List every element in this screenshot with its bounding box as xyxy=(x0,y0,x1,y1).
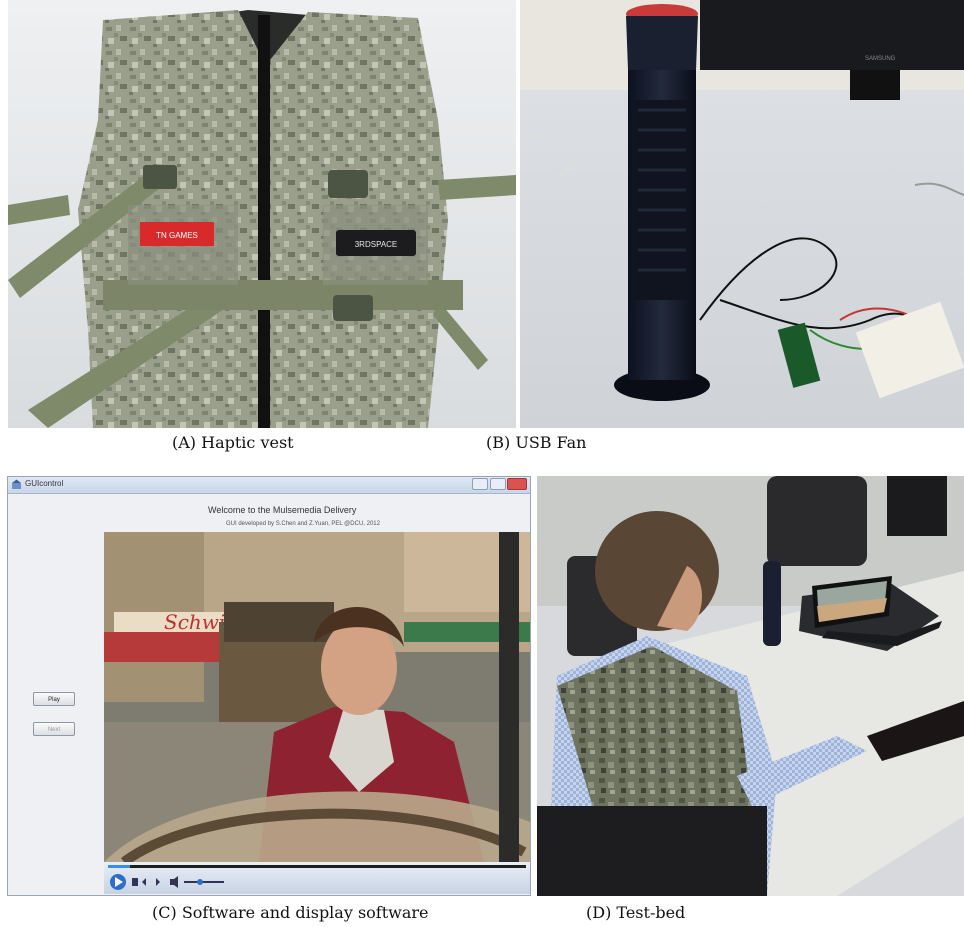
usb-fan-photo: SAMSUNG xyxy=(520,0,964,428)
next-button[interactable]: Next xyxy=(33,722,75,736)
video-frame: Schwinn xyxy=(104,532,530,862)
caption-c: (C) Software and display software xyxy=(152,903,429,922)
maximize-button[interactable] xyxy=(490,478,506,490)
panel-test-bed xyxy=(537,476,964,896)
seek-bar[interactable] xyxy=(108,865,526,868)
app-icon xyxy=(12,479,21,489)
volume-slider[interactable] xyxy=(184,881,224,883)
panel-haptic-vest: TN GAMES 3RDSPACE xyxy=(8,0,516,428)
media-controls xyxy=(104,862,530,894)
minimize-button[interactable] xyxy=(472,478,488,490)
next-track-button[interactable] xyxy=(156,878,160,886)
volume-icon[interactable] xyxy=(170,876,178,888)
svg-text:TN GAMES: TN GAMES xyxy=(156,231,198,240)
caption-b: (B) USB Fan xyxy=(486,433,587,452)
3rdspace-badge: 3RDSPACE xyxy=(336,230,416,256)
svg-text:SAMSUNG: SAMSUNG xyxy=(865,56,896,62)
close-button[interactable] xyxy=(507,478,527,490)
svg-text:3RDSPACE: 3RDSPACE xyxy=(355,240,398,249)
panel-usb-fan: SAMSUNG xyxy=(520,0,964,428)
caption-a: (A) Haptic vest xyxy=(172,433,294,452)
previous-button[interactable] xyxy=(142,878,146,886)
panel-software-window: GUIcontrol Welcome to the Mulsemedia Del… xyxy=(7,476,531,896)
usb-fan xyxy=(614,4,710,401)
caption-d: (D) Test-bed xyxy=(586,903,686,922)
play-button[interactable]: Play xyxy=(33,692,75,706)
haptic-vest-photo: TN GAMES 3RDSPACE xyxy=(8,0,516,428)
test-bed-photo xyxy=(537,476,964,896)
stop-button[interactable] xyxy=(132,878,138,886)
gui-heading: Welcome to the Mulsemedia Delivery xyxy=(208,505,357,515)
gui-subheading: GUI developed by S.Chen and Z.Yuan, PEL … xyxy=(226,521,380,527)
movie-still: Schwinn xyxy=(104,532,530,862)
window-titlebar: GUIcontrol xyxy=(8,477,530,494)
tn-games-badge: TN GAMES xyxy=(140,222,214,246)
window-title: GUIcontrol xyxy=(25,479,64,488)
